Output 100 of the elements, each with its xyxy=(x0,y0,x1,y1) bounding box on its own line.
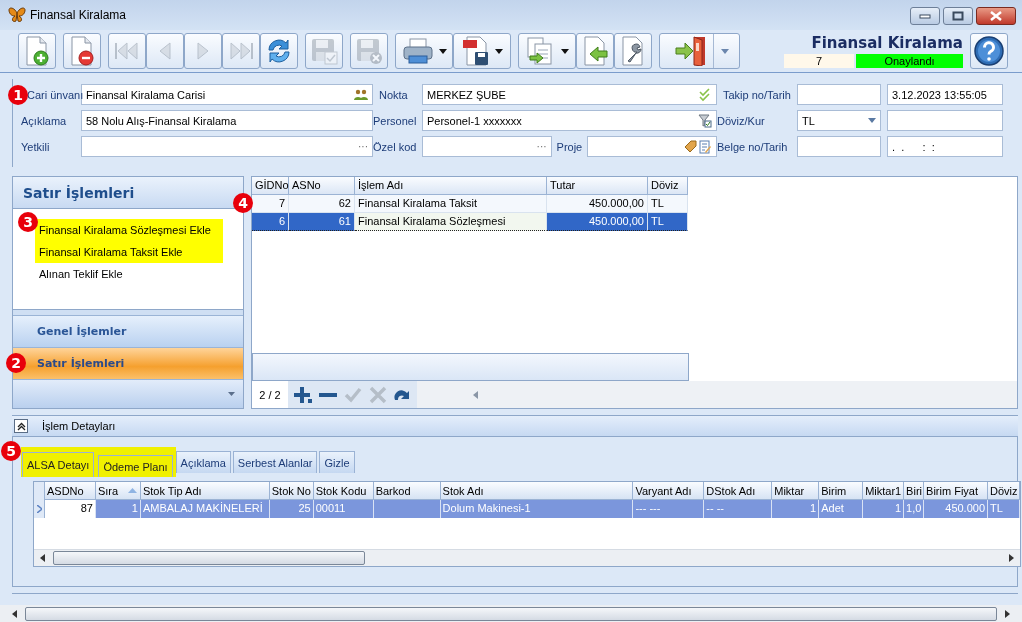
save-icon xyxy=(310,37,338,65)
table-cell: 1 xyxy=(772,500,820,518)
column-header[interactable]: Stok Adı xyxy=(440,482,634,500)
scroll-left-icon[interactable] xyxy=(12,609,17,618)
horizontal-scrollbar[interactable] xyxy=(417,381,1017,408)
status-label: Onaylandı xyxy=(856,54,963,68)
input-field[interactable]: TL xyxy=(797,110,881,131)
navigation-group-button[interactable]: Genel İşlemler xyxy=(13,315,243,347)
column-header[interactable]: DStok Adı xyxy=(704,482,773,500)
column-header[interactable]: Stok Kodu xyxy=(313,482,374,500)
document-arrow-icon xyxy=(581,36,609,66)
table-cell: 00011 xyxy=(313,500,374,518)
column-header[interactable]: Barkod xyxy=(373,482,441,500)
dropdown-caret-icon[interactable] xyxy=(868,118,876,123)
column-header[interactable]: Döviz xyxy=(648,177,688,195)
column-header[interactable]: Döviz xyxy=(988,482,1020,500)
column-header[interactable]: GİDNo xyxy=(252,177,289,195)
maximize-button[interactable] xyxy=(943,7,973,25)
column-header[interactable]: Miktar xyxy=(772,482,820,500)
input-field[interactable] xyxy=(797,84,881,105)
table-cell: Finansal Kiralama Sözleşmesi xyxy=(355,213,547,231)
tab[interactable]: Serbest Alanlar xyxy=(232,451,318,473)
table-cell: 450.000 xyxy=(924,500,989,518)
ellipsis-button[interactable]: ··· xyxy=(536,141,547,152)
dropdown-arrow-icon xyxy=(494,48,503,54)
toolbar-button[interactable] xyxy=(260,33,298,69)
tab[interactable]: Ödeme Planı xyxy=(98,455,173,477)
filter-check-icon[interactable] xyxy=(698,113,712,128)
field-label: Nokta xyxy=(379,88,408,101)
column-header[interactable]: Tutar xyxy=(547,177,648,195)
step-marker: 3 xyxy=(18,212,38,232)
table-cell: 25 xyxy=(269,500,314,518)
input-field[interactable] xyxy=(587,136,717,157)
column-header[interactable]: Birim xyxy=(819,482,864,500)
table-cell: TL xyxy=(648,195,688,213)
table-cell: 6 xyxy=(252,213,289,231)
input-field[interactable]: 3.12.2023 13:55:05 xyxy=(887,84,1003,105)
input-field[interactable]: . . : : xyxy=(887,136,1003,157)
toolbar-button[interactable] xyxy=(453,33,511,69)
dropdown-arrow-icon xyxy=(560,48,569,54)
ellipsis-button[interactable]: ··· xyxy=(358,141,368,152)
column-header[interactable]: Varyant Adı xyxy=(633,482,705,500)
section-title: İşlem Detayları xyxy=(42,420,116,432)
column-header[interactable]: Miktar1 xyxy=(863,482,905,500)
column-header[interactable]: Sıra xyxy=(95,482,141,500)
tab[interactable]: ALSA Detayı xyxy=(22,452,95,477)
first-record-icon xyxy=(113,41,141,61)
column-header[interactable]: İşlem Adı xyxy=(355,177,547,195)
toolbar-button[interactable] xyxy=(614,33,652,69)
scroll-left-icon[interactable] xyxy=(40,554,45,562)
people-icon[interactable] xyxy=(354,88,368,101)
tab[interactable]: Açıklama xyxy=(175,451,231,473)
input-field[interactable]: 58 Nolu Alış-Finansal Kiralama xyxy=(81,110,373,131)
tab[interactable]: Gizle xyxy=(319,451,355,473)
table-cell: 7 xyxy=(252,195,289,213)
help-button[interactable] xyxy=(970,33,1008,69)
table-cell: 450.000,00 xyxy=(547,213,648,231)
column-header[interactable]: Birim Fiyat xyxy=(924,482,989,500)
tag-edit-icon[interactable] xyxy=(684,139,712,154)
toolbar-button[interactable] xyxy=(63,33,101,69)
scroll-right-icon[interactable] xyxy=(1009,554,1014,562)
help-icon xyxy=(973,35,1005,67)
input-field[interactable]: ··· xyxy=(422,136,552,157)
horizontal-scrollbar[interactable] xyxy=(34,549,1020,566)
action-item[interactable]: Finansal Kiralama Sözleşmesi Ekle xyxy=(35,219,223,241)
double-check-icon[interactable] xyxy=(698,87,712,102)
scroll-right-icon[interactable] xyxy=(1005,609,1010,618)
collapse-button[interactable] xyxy=(14,419,28,433)
toolbar-button[interactable] xyxy=(395,33,453,69)
overflow-bar[interactable] xyxy=(13,379,243,408)
close-button[interactable] xyxy=(976,7,1016,25)
pdf-save-icon xyxy=(461,36,490,66)
table-cell: TL xyxy=(988,500,1020,518)
column-header[interactable]: Stok Tip Adı xyxy=(140,482,270,500)
splitter-grip[interactable] xyxy=(13,309,243,315)
toolbar-button[interactable] xyxy=(18,33,56,69)
input-field[interactable]: Personel-1 xxxxxxx xyxy=(422,110,717,131)
table-cell: 62 xyxy=(289,195,355,213)
field-label: Personel xyxy=(373,114,417,127)
horizontal-scrollbar[interactable] xyxy=(0,605,1022,622)
table-cell: TL xyxy=(648,213,688,231)
action-item[interactable]: Alınan Teklif Ekle xyxy=(35,263,223,285)
field-label: Döviz/Kur xyxy=(717,114,765,127)
table-cell: 1,0 xyxy=(904,500,925,518)
input-field[interactable]: MERKEZ ŞUBE xyxy=(422,84,717,105)
column-header[interactable]: Stok No xyxy=(269,482,314,500)
table-cell: --- --- xyxy=(633,500,705,518)
field-label: Proje xyxy=(556,140,583,153)
toolbar-button[interactable] xyxy=(659,33,740,69)
minimize-button[interactable] xyxy=(910,7,940,25)
column-header[interactable]: ASDNo xyxy=(45,482,96,500)
action-item[interactable]: Finansal Kiralama Taksit Ekle xyxy=(35,241,223,263)
last-record-icon xyxy=(227,41,255,61)
column-header[interactable]: Biri xyxy=(904,482,925,500)
input-field[interactable]: ··· xyxy=(81,136,373,157)
column-header[interactable]: ASNo xyxy=(289,177,355,195)
exit-door-icon xyxy=(674,36,708,66)
field-label: Açıklama xyxy=(21,114,67,127)
input-field[interactable] xyxy=(887,110,1003,131)
input-field[interactable] xyxy=(797,136,881,157)
